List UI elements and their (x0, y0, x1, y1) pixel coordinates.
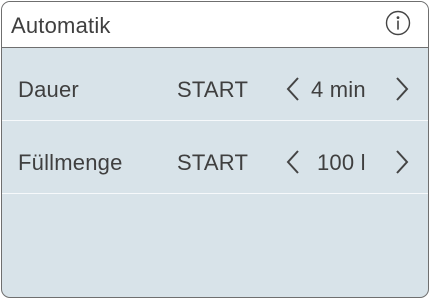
panel-title: Automatik (11, 13, 111, 38)
start-button[interactable]: START (177, 150, 248, 176)
chevron-right-icon[interactable] (395, 149, 409, 175)
chevron-left-icon[interactable] (286, 76, 300, 102)
setting-row-fuellmenge: Füllmenge START 100 l (2, 132, 428, 194)
start-button[interactable]: START (177, 77, 248, 103)
empty-content-area (2, 194, 428, 297)
panel-header: Automatik (2, 2, 428, 48)
chevron-left-icon[interactable] (286, 149, 300, 175)
setting-label: Dauer (18, 77, 79, 102)
setting-row-dauer: Dauer START 4 min (2, 59, 428, 121)
chevron-right-icon[interactable] (395, 76, 409, 102)
setting-value: 100 l (317, 150, 366, 175)
automatik-panel: Automatik Dauer START 4 min Füllmenge ST… (1, 1, 429, 298)
info-icon[interactable] (385, 10, 411, 36)
setting-label: Füllmenge (18, 150, 123, 175)
setting-value: 4 min (311, 77, 366, 102)
